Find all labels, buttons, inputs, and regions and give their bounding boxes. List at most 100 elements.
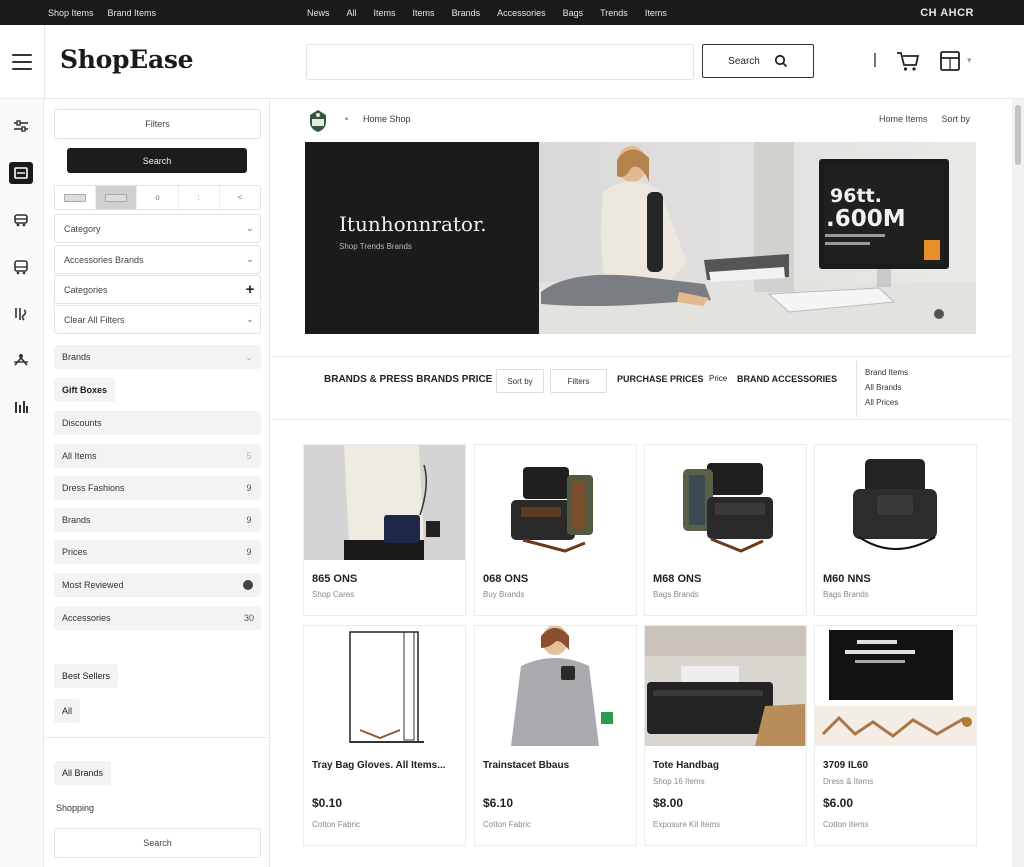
product-image <box>304 445 465 560</box>
product-subtitle: Shop Cares <box>312 590 355 599</box>
product-card[interactable]: M68 ONS Bags Brands <box>644 444 807 616</box>
top-category-link[interactable]: Trends <box>600 8 628 18</box>
search-input[interactable] <box>306 44 694 80</box>
product-card[interactable]: Trainstacet Bbaus $6.10 Cotton Fabric <box>474 625 637 846</box>
filter-chip[interactable]: Best Sellers <box>54 664 119 688</box>
facet-row[interactable]: Prices 9 <box>54 540 261 564</box>
product-card[interactable]: 3709 IL60 Dress & Items $6.00 Cotton Ite… <box>814 625 977 846</box>
product-image <box>475 626 636 746</box>
top-link[interactable]: Brand Items <box>108 8 157 18</box>
facet-row[interactable]: Most Reviewed <box>54 573 261 597</box>
facet-row[interactable]: All Items 5 <box>54 444 261 468</box>
product-card[interactable]: M60 NNS Bags Brands <box>814 444 977 616</box>
facet-label: Most Reviewed <box>62 580 124 590</box>
product-name: M60 NNS <box>823 573 871 585</box>
chevron-down-icon: ⌄ <box>246 223 254 233</box>
bottom-search-button[interactable]: Search <box>54 828 261 858</box>
page-scrollbar[interactable] <box>1012 99 1024 867</box>
sort-button[interactable]: Sort by <box>496 369 544 393</box>
section-label: Brands <box>62 352 91 362</box>
filter-search-button[interactable]: Search <box>67 148 247 173</box>
top-category-link[interactable]: Items <box>413 8 435 18</box>
filter-chip[interactable]: All <box>54 699 81 723</box>
feature-link[interactable]: All Brands <box>865 380 908 395</box>
categories-expander[interactable]: Categories + <box>54 275 261 304</box>
top-category-link[interactable]: All <box>347 8 357 18</box>
account-icon[interactable] <box>939 50 961 72</box>
view-option-grid[interactable] <box>55 186 97 209</box>
feature-link[interactable]: All Prices <box>865 395 908 410</box>
panel-divider <box>45 737 269 738</box>
brand-logo-icon[interactable] <box>308 109 328 133</box>
filter-chip[interactable]: All Brands <box>54 761 112 785</box>
filter-icon[interactable] <box>9 115 33 137</box>
view-option-compact[interactable]: o <box>137 186 179 209</box>
top-category-link[interactable]: Items <box>645 8 667 18</box>
feature-links: Brand Items All Brands All Prices <box>865 365 908 410</box>
top-category-link[interactable]: Bags <box>563 8 584 18</box>
search-button[interactable]: Search <box>702 44 814 78</box>
product-name: Trainstacet Bbaus <box>483 760 570 771</box>
brands-dropdown[interactable]: Accessories Brands ⌄ <box>54 245 261 274</box>
product-subtitle: Cotton Fabric <box>483 820 532 829</box>
product-card[interactable]: Tote Handbag Shop 16 Items $8.00 Exposur… <box>644 625 807 846</box>
facet-count: 30 <box>243 613 254 623</box>
product-subtitle: Buy Brands <box>483 590 525 599</box>
product-card[interactable]: 865 ONS Shop Cares <box>303 444 466 616</box>
cart-icon[interactable] <box>896 50 920 72</box>
view-option-more[interactable]: : <box>179 186 220 209</box>
site-logo[interactable]: ShopEase <box>60 45 194 74</box>
filter-chip[interactable]: Gift Boxes <box>54 378 116 402</box>
top-category-link[interactable]: Accessories <box>497 8 546 18</box>
top-category-link[interactable]: Brands <box>452 8 481 18</box>
feature-divider <box>856 361 857 417</box>
product-card[interactable]: Tray Bag Gloves. All Items... $0.10 Cott… <box>303 625 466 846</box>
brands-section-toggle[interactable]: Brands ⌄ <box>54 345 261 369</box>
list-icon[interactable] <box>9 162 33 184</box>
product-card[interactable]: 068 ONS Buy Brands <box>474 444 637 616</box>
product-name: 865 ONS <box>312 573 358 585</box>
product-photo <box>511 467 593 553</box>
view-option-back[interactable]: < <box>220 186 260 209</box>
screen-text: .600M <box>826 206 906 232</box>
breadcrumb-link[interactable]: Home Items <box>879 114 928 124</box>
facet-row[interactable]: Accessories 30 <box>54 606 261 630</box>
product-image <box>645 626 806 746</box>
banner-subtitle: Shop Trends Brands <box>339 242 412 251</box>
hero-banner[interactable]: Itunhonnrator. Shop Trends Brands 96tt. … <box>305 142 976 334</box>
bus-icon[interactable] <box>9 256 33 278</box>
plus-icon: + <box>245 281 255 298</box>
feature-link[interactable]: Brand Items <box>865 365 908 380</box>
breadcrumb[interactable]: Home Shop <box>363 114 411 124</box>
chevron-down-icon[interactable]: ▾ <box>967 55 972 66</box>
category-dropdown[interactable]: Category ⌄ <box>54 214 261 243</box>
facet-row[interactable]: Dress Fashions 9 <box>54 476 261 500</box>
chart-icon[interactable] <box>9 396 33 418</box>
facet-label: Dress Fashions <box>62 483 125 493</box>
filters-button-label: Filters <box>145 119 170 129</box>
search-icon <box>774 54 787 68</box>
sort-link[interactable]: Sort by <box>941 114 970 124</box>
vehicle-icon[interactable] <box>9 209 33 231</box>
facet-row[interactable]: Brands 9 <box>54 508 261 532</box>
product-image <box>304 626 465 746</box>
feature-text: BRAND ACCESSORIES <box>737 374 838 384</box>
facet-count: 9 <box>246 547 252 557</box>
menu-icon[interactable] <box>12 54 32 70</box>
scrollbar-thumb[interactable] <box>1015 105 1021 165</box>
clear-filters-dropdown[interactable]: Clear All Filters ⌄ <box>54 305 261 334</box>
filters-button[interactable]: Filters <box>54 109 261 139</box>
facet-label: Discounts <box>62 418 102 428</box>
network-icon[interactable] <box>9 349 33 371</box>
top-left-links: Shop Items Brand Items <box>48 0 156 25</box>
top-utility-bar: Shop Items Brand Items News All Items It… <box>0 0 1024 25</box>
top-category-link[interactable]: Items <box>374 8 396 18</box>
filters-button[interactable]: Filters <box>550 369 607 393</box>
view-option-list[interactable] <box>96 186 138 209</box>
top-link[interactable]: Shop Items <box>48 8 94 18</box>
top-right-link[interactable]: CH AHCR <box>920 0 974 25</box>
tag-icon[interactable] <box>9 303 33 325</box>
product-photo <box>304 445 465 560</box>
facet-row[interactable]: Discounts <box>54 411 261 435</box>
top-category-link[interactable]: News <box>307 8 330 18</box>
